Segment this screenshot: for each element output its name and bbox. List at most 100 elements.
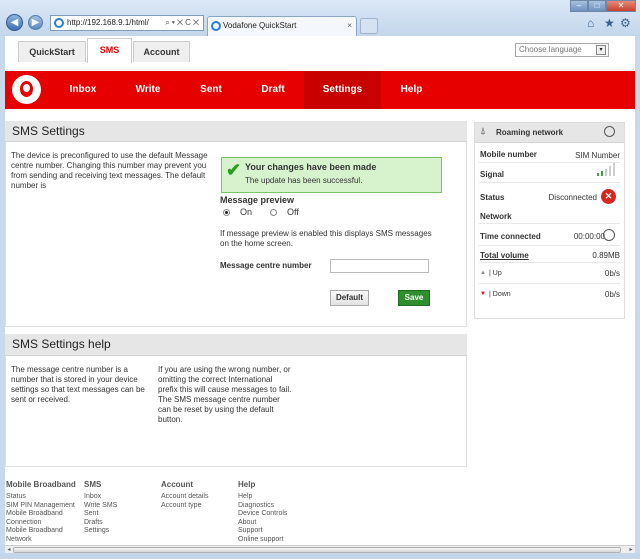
save-button[interactable]: Save — [398, 290, 430, 306]
footer-link[interactable]: Settings — [84, 527, 117, 536]
nav-inbox[interactable]: Inbox — [53, 71, 113, 109]
footer-link[interactable]: Mobile Broadband — [6, 510, 75, 519]
gear-icon[interactable]: ⚙ — [620, 16, 631, 30]
tab-account[interactable]: Account — [133, 41, 190, 62]
address-bar[interactable]: http://192.168.9.1/html/ ⌕▾✕C✕ — [50, 15, 204, 31]
home-icon[interactable]: ⌂ — [587, 16, 594, 30]
nav-write[interactable]: Write — [118, 71, 178, 109]
footer-link[interactable]: Network — [6, 536, 75, 545]
nav-draft[interactable]: Draft — [243, 71, 303, 109]
footer-link[interactable]: Account details — [161, 493, 208, 502]
footer-link[interactable]: Mobile Broadband — [6, 527, 75, 536]
checkmark-icon: ✔ — [226, 160, 242, 180]
footer-mobile-broadband-links: Status SIM PIN Management Mobile Broadba… — [6, 493, 75, 545]
nav-sent[interactable]: Sent — [181, 71, 241, 109]
mobile-number-value: SIM Number — [575, 151, 620, 160]
up-arrow-icon: ▲ — [480, 270, 486, 276]
preview-off-radio[interactable] — [270, 209, 277, 216]
browser-chrome: ◀ ▶ http://192.168.9.1/html/ ⌕▾✕C✕ Vodaf… — [0, 0, 640, 36]
up-label: | Up — [489, 270, 502, 277]
mcn-input[interactable] — [330, 259, 429, 273]
browser-bottom-border — [0, 553, 640, 559]
footer-link[interactable]: Write SMS — [84, 502, 117, 511]
tab-quickstart[interactable]: QuickStart — [18, 41, 86, 62]
footer-link[interactable]: Support — [238, 527, 287, 536]
help-title: SMS Settings help — [12, 337, 111, 351]
star-icon[interactable]: ★ — [604, 16, 615, 30]
forward-button[interactable]: ▶ — [28, 15, 43, 30]
antenna-icon: ⍋ — [480, 126, 486, 137]
footer-sms-links: Inbox Write SMS Sent Drafts Settings — [84, 493, 117, 536]
help-text-2: If you are using the wrong number, or om… — [158, 365, 292, 424]
url-text: http://192.168.9.1/html/ — [67, 18, 149, 27]
status-header: ⍋ Roaming network — [475, 123, 624, 143]
clock-icon — [603, 229, 615, 241]
total-volume-link[interactable]: Total volume — [480, 251, 529, 260]
language-select[interactable]: Choose language ▾ — [515, 43, 609, 57]
page-title: SMS Settings — [12, 124, 85, 138]
mobile-number-label: Mobile number — [480, 150, 537, 159]
ie-icon — [54, 18, 64, 28]
footer-link[interactable]: Diagnostics — [238, 502, 287, 511]
up-value: 0b/s — [604, 269, 620, 278]
maximize-button[interactable]: □ — [588, 0, 606, 12]
preview-label: Message preview — [220, 195, 295, 205]
footer-help-links: Help Diagnostics Device Controls About S… — [238, 493, 287, 545]
footer-link[interactable]: Sent — [84, 510, 117, 519]
forward-arrow-icon: ▶ — [31, 17, 40, 28]
back-button[interactable]: ◀ — [6, 14, 23, 31]
signal-bars-icon — [597, 163, 615, 176]
down-value: 0b/s — [604, 290, 620, 299]
footer-link[interactable]: SIM PIN Management — [6, 502, 75, 511]
footer-account-title: Account — [161, 480, 193, 489]
nav-settings[interactable]: Settings — [304, 71, 381, 109]
footer-link[interactable]: Connection — [6, 519, 75, 528]
new-tab-button[interactable] — [360, 18, 378, 34]
footer-account-links: Account details Account type — [161, 493, 208, 510]
footer-link[interactable]: Device Controls — [238, 510, 287, 519]
minimize-button[interactable]: – — [570, 0, 588, 12]
success-title: Your changes have been made — [245, 162, 377, 172]
success-text: The update has been successful. — [245, 176, 363, 185]
nav-help[interactable]: Help — [384, 71, 439, 109]
default-button[interactable]: Default — [330, 290, 369, 306]
success-message: ✔ Your changes have been made The update… — [221, 157, 442, 193]
network-label: Network — [480, 212, 512, 221]
footer-help-title: Help — [238, 480, 256, 489]
settings-panel-header: SMS Settings — [5, 121, 467, 142]
language-placeholder: Choose language — [519, 45, 582, 54]
address-tools-icon[interactable]: ⌕▾✕C✕ — [163, 16, 201, 30]
close-window-button[interactable]: ✕ — [606, 0, 636, 12]
footer-link[interactable]: Status — [6, 493, 75, 502]
down-arrow-icon: ▼ — [480, 291, 486, 297]
down-label: | Down — [489, 291, 511, 298]
footer-link[interactable]: Account type — [161, 502, 208, 511]
footer-link[interactable]: Inbox — [84, 493, 117, 502]
browser-tab[interactable]: Vodafone QuickStart × — [207, 16, 357, 36]
horizontal-scrollbar[interactable]: ◂ ▸ — [5, 545, 635, 553]
vodafone-logo[interactable] — [12, 75, 41, 104]
footer-link[interactable]: Drafts — [84, 519, 117, 528]
status-panel: ⍋ Roaming network Mobile number SIM Numb… — [474, 122, 625, 319]
preview-off-label: Off — [287, 207, 299, 217]
footer-mobile-broadband-title: Mobile Broadband — [6, 480, 76, 489]
disconnect-icon[interactable]: ✕ — [601, 189, 616, 204]
tab-title: Vodafone QuickStart — [223, 21, 297, 30]
help-panel-header: SMS Settings help — [5, 334, 467, 356]
preview-on-radio[interactable] — [223, 209, 230, 216]
footer-sms-title: SMS — [84, 480, 102, 489]
page: QuickStart SMS Account Choose language ▾… — [5, 36, 635, 545]
help-text-1: The message centre number is a number th… — [11, 365, 145, 404]
status-value: Disconnected — [548, 193, 597, 202]
footer-link[interactable]: Online support — [238, 536, 287, 545]
footer-link[interactable]: About — [238, 519, 287, 528]
status-label: Status — [480, 193, 505, 202]
tab-sms[interactable]: SMS — [87, 38, 132, 63]
signal-label: Signal — [480, 170, 505, 179]
tab-close-icon[interactable]: × — [347, 17, 352, 35]
footer-link[interactable]: Help — [238, 493, 287, 502]
network-title: Roaming network — [496, 128, 564, 137]
back-arrow-icon: ◀ — [10, 17, 19, 28]
time-label: Time connected — [480, 232, 541, 241]
total-volume-value: 0.89MB — [592, 251, 620, 260]
